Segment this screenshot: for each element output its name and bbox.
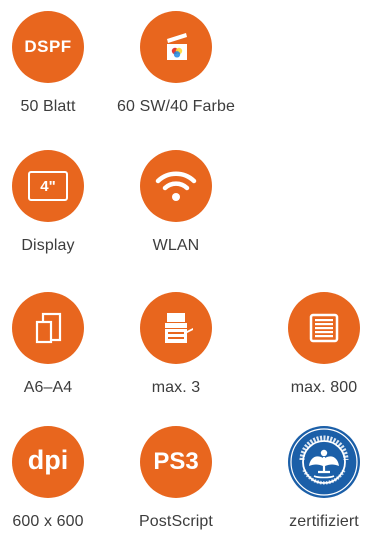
feature-paper-size: A6–A4: [0, 292, 108, 422]
feature-label: Display: [21, 237, 75, 254]
color-cartridge-icon: [140, 11, 212, 83]
blue-angel-icon: [288, 426, 360, 498]
feature-label: 50 Blatt: [20, 98, 76, 115]
dpi-icon: dpi: [12, 426, 84, 498]
feature-trays: max. 3: [116, 292, 236, 422]
feature-wlan: WLAN: [116, 150, 236, 280]
feature-postscript: PS3 PostScript: [116, 426, 236, 556]
feature-capacity: max. 800: [264, 292, 377, 422]
ps3-icon-text: PS3: [153, 448, 199, 475]
feature-blue-angel: zertifiziert: [264, 426, 377, 556]
paper-size-icon: [12, 292, 84, 364]
feature-resolution: dpi 600 x 600: [0, 426, 108, 556]
feature-label: zertifiziert: [289, 513, 359, 530]
dspf-icon: DSPF: [12, 11, 84, 83]
feature-label: max. 3: [151, 379, 201, 396]
postscript-icon: PS3: [140, 426, 212, 498]
dpi-icon-text: dpi: [27, 444, 69, 475]
feature-label: 60 SW/40 Farbe: [117, 98, 235, 115]
paper-tray-icon: [288, 292, 360, 364]
feature-label: PostScript: [139, 513, 213, 530]
dspf-icon-text: DSPF: [24, 37, 72, 56]
feature-display: 4" Display: [0, 150, 108, 280]
feature-label: 600 x 600: [12, 513, 84, 530]
printer-icon: [140, 292, 212, 364]
display-size-text: 4": [40, 177, 56, 195]
wifi-icon: [140, 150, 212, 222]
feature-label: A6–A4: [23, 379, 73, 396]
feature-dspf: DSPF 50 Blatt: [0, 11, 108, 141]
feature-print-speed: 60 SW/40 Farbe: [116, 11, 236, 141]
display-icon: 4": [12, 150, 84, 222]
feature-label: max. 800: [290, 379, 358, 396]
feature-label: WLAN: [152, 237, 200, 254]
